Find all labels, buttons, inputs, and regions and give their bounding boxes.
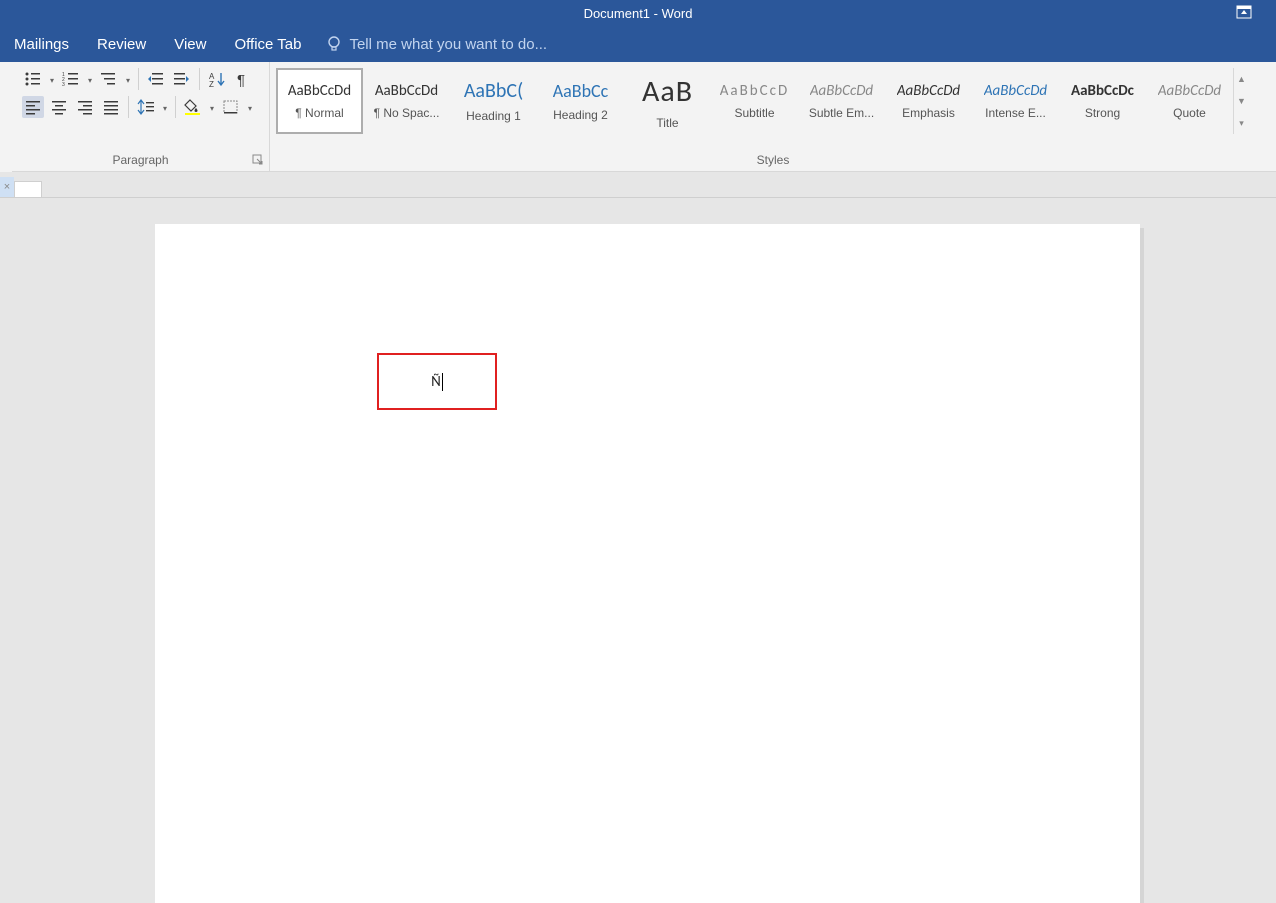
style-name: Intense E...	[985, 106, 1046, 120]
ribbon-left-edge	[0, 62, 12, 172]
style-tile-normal[interactable]: AaBbCcDd ¶ Normal	[276, 68, 363, 134]
show-hide-paragraph-button[interactable]: ¶	[232, 68, 254, 90]
page[interactable]: Ñ	[155, 224, 1140, 903]
styles-group: AaBbCcDd¶ NormalAaBbCcDd¶ No Spac...AaBb…	[270, 62, 1276, 171]
app-title: Document1 - Word	[584, 6, 693, 21]
style-tile-heading-2[interactable]: AaBbCc Heading 2	[537, 68, 624, 134]
style-name: Title	[656, 116, 678, 130]
style-name: Emphasis	[902, 106, 955, 120]
style-sample: AaBbCc	[553, 80, 609, 102]
style-sample: AaBbCcDd	[897, 82, 960, 100]
style-tile-quote[interactable]: AaBbCcDd Quote	[1146, 68, 1233, 134]
svg-text:3: 3	[62, 82, 65, 87]
bullets-button[interactable]	[22, 68, 44, 90]
style-sample: AaBbCcDd	[984, 82, 1047, 100]
paragraph-dialog-launcher[interactable]	[251, 153, 265, 167]
style-sample: AaBbCcDd	[1158, 82, 1221, 100]
decrease-indent-button[interactable]	[145, 68, 167, 90]
shading-button[interactable]	[182, 96, 204, 118]
style-sample: AaBbCcD	[720, 82, 789, 100]
style-tile-strong[interactable]: AaBbCcDc Strong	[1059, 68, 1146, 134]
style-tile-intense-e[interactable]: AaBbCcDd Intense E...	[972, 68, 1059, 134]
numbering-dropdown[interactable]: ▾	[86, 74, 94, 85]
tab-mailings[interactable]: Mailings	[0, 26, 83, 62]
tab-close-button[interactable]: ×	[0, 177, 14, 197]
shading-dropdown[interactable]: ▾	[208, 102, 216, 113]
separator	[138, 68, 139, 90]
lightbulb-icon	[325, 35, 343, 53]
text-cursor	[442, 373, 443, 391]
styles-gallery-more[interactable]: ▲ ▼ ▾	[1233, 68, 1249, 134]
style-name: Heading 2	[553, 108, 608, 122]
style-name: Strong	[1085, 106, 1120, 120]
tab-office-tab[interactable]: Office Tab	[220, 26, 315, 62]
separator	[128, 96, 129, 118]
style-tile-subtitle[interactable]: AaBbCcD Subtitle	[711, 68, 798, 134]
separator	[175, 96, 176, 118]
document-tab[interactable]	[14, 181, 42, 197]
document-canvas[interactable]: Ñ	[0, 198, 1276, 903]
document-text-content: Ñ	[431, 373, 441, 391]
multilevel-dropdown[interactable]: ▾	[124, 74, 132, 85]
align-center-button[interactable]	[48, 96, 70, 118]
style-tile-heading-1[interactable]: AaBbC( Heading 1	[450, 68, 537, 134]
ribbon-display-options-icon[interactable]	[1236, 5, 1252, 19]
svg-text:¶: ¶	[237, 72, 245, 87]
style-name: ¶ No Spac...	[374, 106, 440, 120]
borders-dropdown[interactable]: ▾	[246, 102, 254, 113]
document-text[interactable]: Ñ	[431, 373, 443, 391]
gallery-scroll-down-icon[interactable]: ▼	[1234, 90, 1249, 112]
style-name: Quote	[1173, 106, 1206, 120]
style-sample: AaBbCcDc	[1071, 82, 1134, 100]
tell-me-search[interactable]: Tell me what you want to do...	[315, 35, 547, 53]
style-tile-no-spac[interactable]: AaBbCcDd ¶ No Spac...	[363, 68, 450, 134]
tell-me-placeholder: Tell me what you want to do...	[349, 36, 547, 53]
paragraph-group-label: Paragraph	[12, 153, 269, 167]
title-bar: Document1 - Word	[0, 0, 1276, 26]
ribbon-tabs: Mailings Review View Office Tab Tell me …	[0, 26, 1276, 62]
borders-button[interactable]	[220, 96, 242, 118]
style-sample: AaB	[642, 73, 693, 110]
separator	[199, 68, 200, 90]
bullets-dropdown[interactable]: ▾	[48, 74, 56, 85]
style-name: Subtle Em...	[809, 106, 874, 120]
sort-button[interactable]: AZ	[206, 68, 228, 90]
justify-button[interactable]	[100, 96, 122, 118]
tab-review[interactable]: Review	[83, 26, 160, 62]
style-name: ¶ Normal	[295, 106, 343, 120]
style-sample: AaBbCcDd	[810, 82, 873, 100]
gallery-scroll-up-icon[interactable]: ▲	[1234, 68, 1249, 90]
style-sample: AaBbC(	[464, 79, 523, 103]
style-sample: AaBbCcDd	[375, 82, 438, 100]
style-name: Subtitle	[734, 106, 774, 120]
gallery-expand-icon[interactable]: ▾	[1234, 112, 1249, 134]
line-spacing-button[interactable]	[135, 96, 157, 118]
style-name: Heading 1	[466, 109, 521, 123]
ribbon: ▾ 123 ▾ ▾ AZ ¶	[0, 62, 1276, 172]
style-tile-emphasis[interactable]: AaBbCcDd Emphasis	[885, 68, 972, 134]
line-spacing-dropdown[interactable]: ▾	[161, 102, 169, 113]
highlight-annotation: Ñ	[377, 353, 497, 410]
style-sample: AaBbCcDd	[288, 82, 351, 100]
increase-indent-button[interactable]	[171, 68, 193, 90]
numbering-button[interactable]: 123	[60, 68, 82, 90]
align-right-button[interactable]	[74, 96, 96, 118]
multilevel-list-button[interactable]	[98, 68, 120, 90]
svg-text:Z: Z	[209, 80, 214, 87]
paragraph-group: ▾ 123 ▾ ▾ AZ ¶	[12, 62, 270, 171]
styles-gallery: AaBbCcDd¶ NormalAaBbCcDd¶ No Spac...AaBb…	[276, 68, 1233, 134]
align-left-button[interactable]	[22, 96, 44, 118]
tab-view[interactable]: View	[160, 26, 220, 62]
document-tab-strip: ×	[0, 172, 1276, 198]
styles-group-label: Styles	[270, 153, 1276, 167]
workspace: × Ñ	[0, 172, 1276, 903]
style-tile-title[interactable]: AaB Title	[624, 68, 711, 134]
style-tile-subtle-em[interactable]: AaBbCcDd Subtle Em...	[798, 68, 885, 134]
